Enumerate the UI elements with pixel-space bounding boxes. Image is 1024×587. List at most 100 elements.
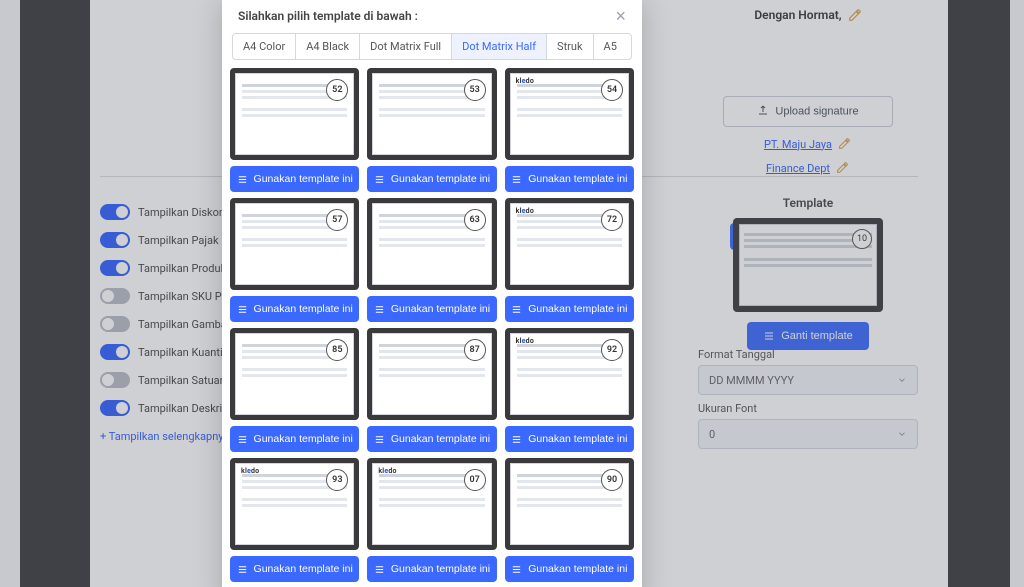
template-category-tabs: A4 ColorA4 BlackDot Matrix FullDot Matri…: [232, 33, 632, 60]
template-thumb-frame[interactable]: kledo 92: [505, 328, 634, 420]
template-thumb: kledo 93: [235, 463, 354, 545]
template-thumb-frame[interactable]: 53: [367, 68, 496, 160]
use-template-button[interactable]: Gunakan template ini: [230, 296, 359, 322]
template-thumb-frame[interactable]: kledo 54: [505, 68, 634, 160]
template-grid: 52 Gunakan template ini 53 Gunakan template…: [230, 68, 634, 582]
template-id-badge: 53: [464, 79, 486, 101]
template-cell: kledo 54 Gunakan template ini: [505, 68, 634, 192]
use-template-label: Gunakan template ini: [528, 303, 627, 315]
use-template-label: Gunakan template ini: [528, 173, 627, 185]
use-template-label: Gunakan template ini: [391, 303, 490, 315]
use-template-button[interactable]: Gunakan template ini: [367, 166, 496, 192]
use-template-label: Gunakan template ini: [254, 433, 353, 445]
use-template-button[interactable]: Gunakan template ini: [367, 426, 496, 452]
tab[interactable]: A4 Color: [233, 34, 296, 59]
list-icon: [237, 304, 248, 315]
use-template-label: Gunakan template ini: [254, 173, 353, 185]
template-cell: kledo 72 Gunakan template ini: [505, 198, 634, 322]
brand-logo: kledo: [241, 467, 259, 475]
use-template-button[interactable]: Gunakan template ini: [505, 296, 634, 322]
list-icon: [511, 304, 522, 315]
use-template-label: Gunakan template ini: [391, 563, 490, 575]
use-template-label: Gunakan template ini: [254, 303, 353, 315]
template-id-badge: 72: [601, 209, 623, 231]
template-thumb-frame[interactable]: 87: [367, 328, 496, 420]
tab[interactable]: A5: [594, 34, 627, 59]
list-icon: [237, 434, 248, 445]
template-thumb: 87: [372, 333, 491, 415]
template-thumb-frame[interactable]: 52: [230, 68, 359, 160]
template-thumb-frame[interactable]: kledo 93: [230, 458, 359, 550]
template-thumb: 57: [235, 203, 354, 285]
tab[interactable]: Dot Matrix Half: [452, 34, 547, 59]
template-thumb-frame[interactable]: 63: [367, 198, 496, 290]
template-id-badge: 90: [601, 469, 623, 491]
brand-logo: kledo: [516, 337, 534, 345]
template-cell: kledo 92 Gunakan template ini: [505, 328, 634, 452]
template-cell: kledo 07 Gunakan template ini: [367, 458, 496, 582]
template-cell: 63 Gunakan template ini: [367, 198, 496, 322]
use-template-button[interactable]: Gunakan template ini: [505, 556, 634, 582]
use-template-button[interactable]: Gunakan template ini: [367, 296, 496, 322]
template-thumb-frame[interactable]: 85: [230, 328, 359, 420]
template-cell: 52 Gunakan template ini: [230, 68, 359, 192]
template-id-badge: 87: [464, 339, 486, 361]
template-cell: 85 Gunakan template ini: [230, 328, 359, 452]
list-icon: [374, 564, 385, 575]
list-icon: [511, 174, 522, 185]
template-thumb-frame[interactable]: kledo 72: [505, 198, 634, 290]
template-picker-modal: Silahkan pilih template di bawah : × A4 …: [222, 0, 642, 587]
template-id-badge: 57: [326, 209, 348, 231]
template-cell: kledo 93 Gunakan template ini: [230, 458, 359, 582]
template-id-badge: 07: [464, 469, 486, 491]
use-template-label: Gunakan template ini: [528, 563, 627, 575]
list-icon: [374, 304, 385, 315]
template-id-badge: 52: [326, 79, 348, 101]
list-icon: [237, 174, 248, 185]
template-thumb: kledo 07: [372, 463, 491, 545]
template-cell: 87 Gunakan template ini: [367, 328, 496, 452]
template-id-badge: 93: [326, 469, 348, 491]
list-icon: [237, 564, 248, 575]
close-icon[interactable]: ×: [615, 7, 626, 25]
tab[interactable]: Struk: [547, 34, 594, 59]
template-id-badge: 85: [326, 339, 348, 361]
template-cell: 90 Gunakan template ini: [505, 458, 634, 582]
template-thumb-frame[interactable]: kledo 07: [367, 458, 496, 550]
use-template-button[interactable]: Gunakan template ini: [505, 426, 634, 452]
list-icon: [511, 434, 522, 445]
use-template-label: Gunakan template ini: [254, 563, 353, 575]
use-template-button[interactable]: Gunakan template ini: [230, 426, 359, 452]
template-thumb-frame[interactable]: 90: [505, 458, 634, 550]
modal-title: Silahkan pilih template di bawah :: [238, 9, 418, 23]
template-cell: 57 Gunakan template ini: [230, 198, 359, 322]
brand-logo: kledo: [516, 207, 534, 215]
template-thumb: kledo 72: [510, 203, 629, 285]
tab[interactable]: Dot Matrix Full: [360, 34, 452, 59]
template-thumb: kledo 92: [510, 333, 629, 415]
template-cell: 53 Gunakan template ini: [367, 68, 496, 192]
template-thumb-frame[interactable]: 57: [230, 198, 359, 290]
use-template-button[interactable]: Gunakan template ini: [505, 166, 634, 192]
template-id-badge: 92: [601, 339, 623, 361]
tab[interactable]: A4 Black: [296, 34, 360, 59]
list-icon: [374, 434, 385, 445]
template-thumb: 90: [510, 463, 629, 545]
template-thumb: kledo 54: [510, 73, 629, 155]
template-id-badge: 54: [601, 79, 623, 101]
brand-logo: kledo: [516, 77, 534, 85]
use-template-button[interactable]: Gunakan template ini: [230, 166, 359, 192]
use-template-button[interactable]: Gunakan template ini: [230, 556, 359, 582]
template-thumb: 52: [235, 73, 354, 155]
use-template-button[interactable]: Gunakan template ini: [367, 556, 496, 582]
brand-logo: kledo: [378, 467, 396, 475]
use-template-label: Gunakan template ini: [528, 433, 627, 445]
list-icon: [374, 174, 385, 185]
list-icon: [511, 564, 522, 575]
template-thumb: 63: [372, 203, 491, 285]
template-id-badge: 63: [464, 209, 486, 231]
template-thumb: 53: [372, 73, 491, 155]
template-thumb: 85: [235, 333, 354, 415]
use-template-label: Gunakan template ini: [391, 173, 490, 185]
use-template-label: Gunakan template ini: [391, 433, 490, 445]
